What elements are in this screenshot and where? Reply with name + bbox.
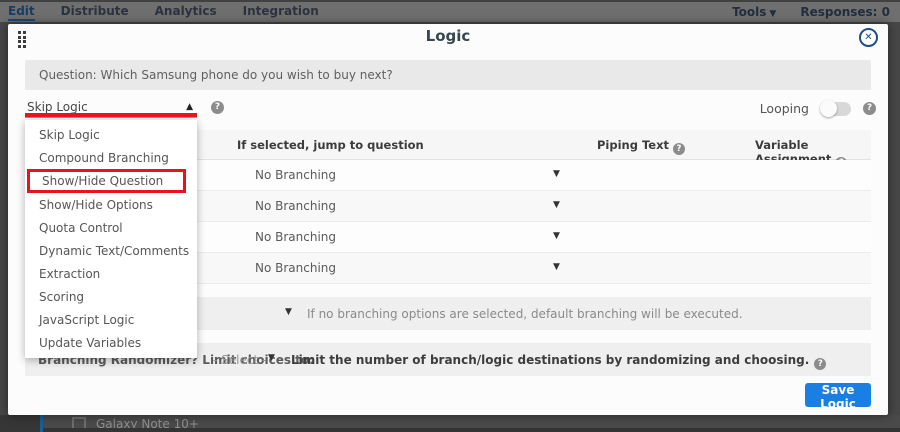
looping-label: Looping: [760, 101, 809, 116]
dropdown-item-skip-logic[interactable]: Skip Logic: [25, 123, 197, 146]
caret-down-icon[interactable]: ▼: [553, 200, 560, 210]
branching-select-value[interactable]: No Branching: [255, 199, 336, 213]
branching-select-value[interactable]: No Branching: [255, 261, 336, 275]
dropdown-item-show-hide-options[interactable]: Show/Hide Options: [25, 193, 197, 216]
randomizer-hint-text: Limit the number of branch/logic destina…: [291, 353, 809, 367]
header-piping-label: Piping Text: [597, 138, 669, 152]
annotation-red-underline: [25, 113, 197, 117]
branching-select-value[interactable]: No Branching: [255, 168, 336, 182]
dimmed-divider: [43, 428, 900, 432]
looping-control: Looping ?: [760, 101, 876, 116]
toggle-knob: [820, 100, 837, 117]
default-branching-text: If no branching options are selected, de…: [307, 307, 743, 321]
logic-type-selected-value: Skip Logic: [27, 100, 88, 114]
dropdown-item-extraction[interactable]: Extraction: [25, 262, 197, 285]
close-icon[interactable]: ✕: [859, 28, 878, 47]
caret-down-icon[interactable]: ▼: [553, 231, 560, 241]
responses-count: Responses: 0: [800, 5, 890, 19]
dropdown-item-update-variables[interactable]: Update Variables: [25, 331, 197, 354]
header-jump-to-question: If selected, jump to question: [237, 138, 424, 152]
randomizer-hint: Limit the number of branch/logic destina…: [291, 353, 826, 370]
logic-modal: Logic ✕ Question: Which Samsung phone do…: [8, 24, 888, 415]
top-nav: Edit Distribute Analytics Integration To…: [0, 0, 900, 22]
looping-toggle[interactable]: [821, 102, 851, 116]
dropdown-item-dynamic-text-comments[interactable]: Dynamic Text/Comments: [25, 239, 197, 262]
tools-label: Tools: [732, 5, 766, 19]
dimmed-left-panel: [0, 415, 40, 432]
help-icon[interactable]: ?: [673, 143, 685, 155]
nav-item-distribute[interactable]: Distribute: [61, 4, 129, 21]
chevron-down-icon: ▼: [769, 9, 776, 19]
dropdown-item-quota-control[interactable]: Quota Control: [25, 216, 197, 239]
nav-menu: Edit Distribute Analytics Integration: [0, 4, 319, 21]
help-icon[interactable]: ?: [814, 358, 826, 370]
nav-item-analytics[interactable]: Analytics: [155, 4, 217, 21]
help-icon[interactable]: ?: [863, 102, 876, 115]
dropdown-item-scoring[interactable]: Scoring: [25, 285, 197, 308]
branching-select-value[interactable]: No Branching: [255, 230, 336, 244]
dropdown-item-show-hide-question[interactable]: Show/Hide Question: [27, 169, 186, 193]
dropdown-item-compound-branching[interactable]: Compound Branching: [25, 146, 197, 169]
caret-down-icon[interactable]: ▼: [553, 262, 560, 272]
help-icon[interactable]: ?: [211, 101, 224, 114]
dimmed-page-background: Galaxy Note 10+: [0, 415, 900, 432]
logic-type-dropdown: Skip Logic Compound Branching Show/Hide …: [25, 120, 197, 358]
nav-item-integration[interactable]: Integration: [243, 4, 319, 21]
question-label: Question: Which Samsung phone do you wis…: [25, 60, 871, 90]
header-piping-text: Piping Text?: [597, 138, 685, 155]
dropdown-item-javascript-logic[interactable]: JavaScript Logic: [25, 308, 197, 331]
caret-down-icon[interactable]: ▼: [553, 169, 560, 179]
caret-up-icon: ▲: [186, 102, 193, 112]
caret-down-icon[interactable]: ▼: [268, 353, 275, 363]
save-logic-button[interactable]: Save Logic: [805, 383, 871, 407]
nav-right-group: Tools▼ Responses: 0: [732, 5, 900, 19]
caret-down-icon[interactable]: ▼: [285, 307, 292, 317]
modal-title: Logic: [8, 27, 888, 45]
nav-item-edit[interactable]: Edit: [8, 4, 35, 21]
randomizer-select[interactable]: - Select -: [213, 353, 266, 367]
tools-menu[interactable]: Tools▼: [732, 5, 776, 19]
